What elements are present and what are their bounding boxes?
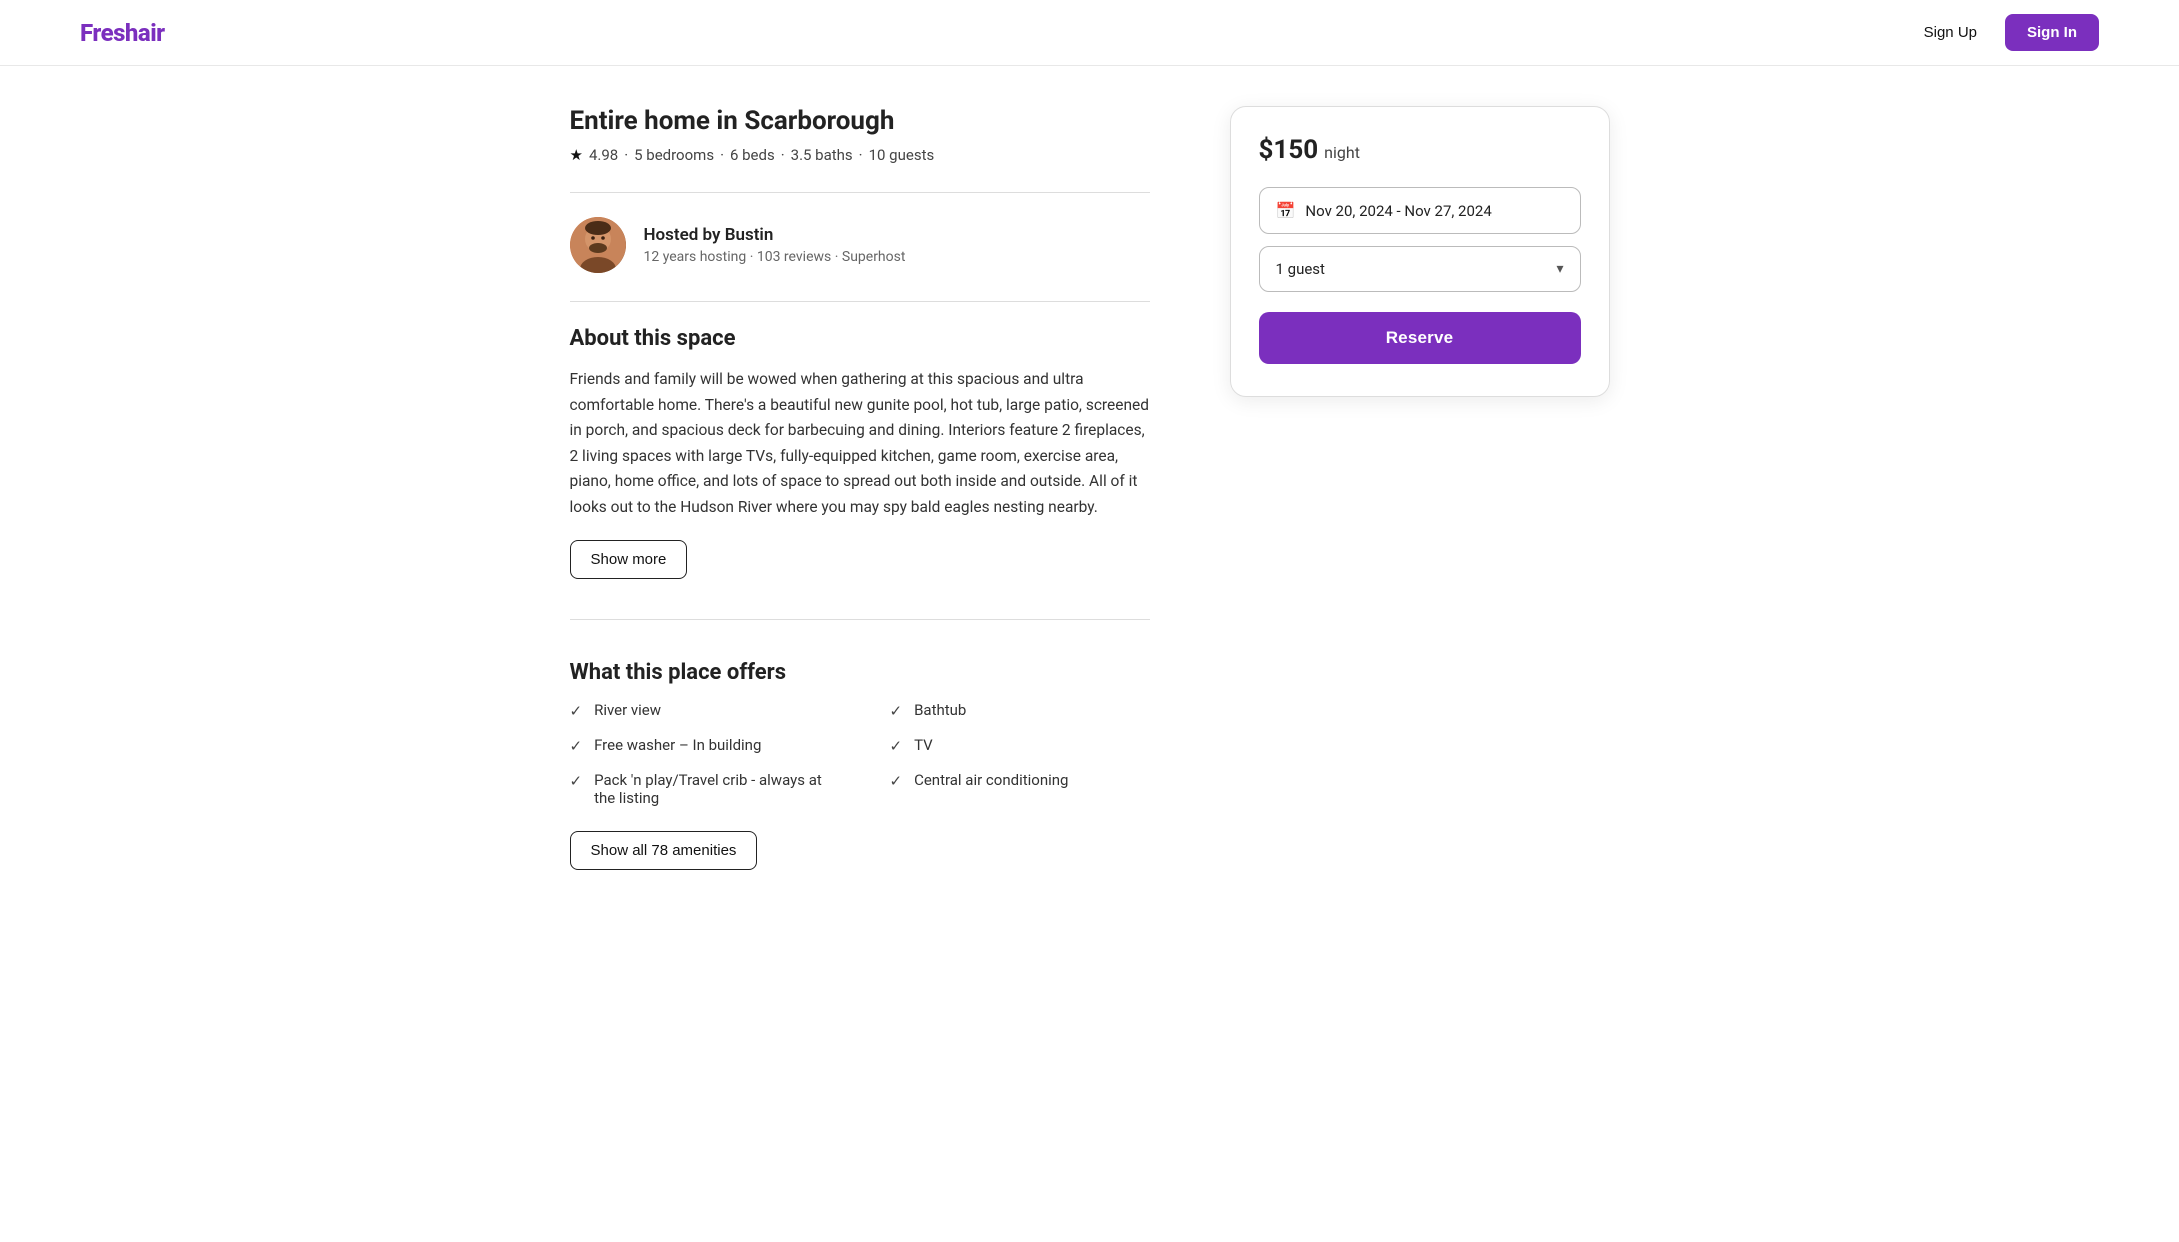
sign-up-button[interactable]: Sign Up — [1912, 16, 1989, 49]
host-name: Hosted by Bustin — [644, 225, 906, 245]
star-icon: ★ — [570, 146, 583, 164]
chevron-down-icon: ▾ — [1556, 261, 1563, 277]
about-description: Friends and family will be wowed when ga… — [570, 367, 1150, 520]
price-row: $150 night — [1259, 135, 1581, 165]
booking-card: $150 night 📅 Nov 20, 2024 - Nov 27, 2024… — [1230, 106, 1610, 397]
amenities-grid: ✓ River view ✓ Bathtub ✓ Free washer – I… — [570, 701, 1150, 807]
about-section: About this space Friends and family will… — [570, 326, 1150, 579]
main-content: Entire home in Scarborough ★ 4.98 · 5 be… — [490, 66, 1690, 910]
sign-in-button[interactable]: Sign In — [2005, 14, 2099, 51]
amenity-item-bathtub: ✓ Bathtub — [890, 701, 1150, 720]
check-icon: ✓ — [890, 702, 903, 720]
host-section: Hosted by Bustin 12 years hosting · 103 … — [570, 217, 1150, 273]
avatar — [570, 217, 626, 273]
guest-label: 1 guest — [1276, 260, 1325, 278]
logo: Freshair — [80, 19, 165, 47]
price-unit: night — [1324, 143, 1360, 162]
check-icon: ✓ — [890, 737, 903, 755]
about-title: About this space — [570, 326, 1150, 351]
amenity-item-crib: ✓ Pack 'n play/Travel crib - always at t… — [570, 771, 830, 807]
show-all-amenities-button[interactable]: Show all 78 amenities — [570, 831, 758, 870]
amenity-label: TV — [914, 736, 933, 754]
property-rating: 4.98 — [589, 146, 618, 164]
host-info: Hosted by Bustin 12 years hosting · 103 … — [644, 225, 906, 265]
property-baths: 3.5 baths — [791, 146, 853, 164]
reserve-button[interactable]: Reserve — [1259, 312, 1581, 364]
amenity-item-ac: ✓ Central air conditioning — [890, 771, 1150, 807]
check-icon: ✓ — [570, 702, 583, 720]
host-details: 12 years hosting · 103 reviews · Superho… — [644, 249, 906, 265]
date-label: Nov 20, 2024 - Nov 27, 2024 — [1305, 202, 1491, 220]
amenity-item-tv: ✓ TV — [890, 736, 1150, 755]
amenity-label: Pack 'n play/Travel crib - always at the… — [594, 771, 829, 807]
price: $150 — [1259, 135, 1319, 165]
amenity-item-washer: ✓ Free washer – In building — [570, 736, 830, 755]
property-guests: 10 guests — [869, 146, 935, 164]
host-reviews: 103 reviews — [757, 249, 831, 265]
host-sep1: · — [750, 249, 757, 265]
amenities-title: What this place offers — [570, 660, 1150, 685]
amenity-item-river-view: ✓ River view — [570, 701, 830, 720]
show-more-button[interactable]: Show more — [570, 540, 688, 579]
host-sep2: · — [835, 249, 842, 265]
check-icon: ✓ — [570, 737, 583, 755]
host-superhost: Superhost — [842, 249, 906, 265]
meta-separator-1: · — [624, 146, 628, 164]
divider-3 — [570, 619, 1150, 620]
guest-select[interactable]: 1 guest ▾ — [1259, 246, 1581, 292]
property-title: Entire home in Scarborough — [570, 106, 1150, 136]
amenity-label: Bathtub — [914, 701, 966, 719]
divider-1 — [570, 192, 1150, 193]
check-icon: ✓ — [570, 772, 583, 790]
check-icon: ✓ — [890, 772, 903, 790]
avatar-image — [570, 217, 626, 273]
meta-separator-3: · — [781, 146, 785, 164]
property-bedrooms: 5 bedrooms — [634, 146, 714, 164]
amenities-section: What this place offers ✓ River view ✓ Ba… — [570, 660, 1150, 870]
host-years: 12 years hosting — [644, 249, 747, 265]
meta-separator-2: · — [720, 146, 724, 164]
logo-text-fresh: Fresh — [80, 19, 138, 47]
header: Freshair Sign Up Sign In — [0, 0, 2179, 66]
meta-separator-4: · — [859, 146, 863, 164]
amenity-label: Central air conditioning — [914, 771, 1068, 789]
amenity-label: Free washer – In building — [594, 736, 761, 754]
date-input[interactable]: 📅 Nov 20, 2024 - Nov 27, 2024 — [1259, 187, 1581, 234]
logo-text-air: air — [138, 19, 165, 47]
content-area: Entire home in Scarborough ★ 4.98 · 5 be… — [570, 106, 1150, 870]
calendar-icon: 📅 — [1276, 201, 1296, 220]
header-actions: Sign Up Sign In — [1912, 14, 2099, 51]
amenity-label: River view — [594, 701, 661, 719]
divider-2 — [570, 301, 1150, 302]
property-meta: ★ 4.98 · 5 bedrooms · 6 beds · 3.5 baths… — [570, 146, 1150, 164]
property-beds: 6 beds — [730, 146, 775, 164]
